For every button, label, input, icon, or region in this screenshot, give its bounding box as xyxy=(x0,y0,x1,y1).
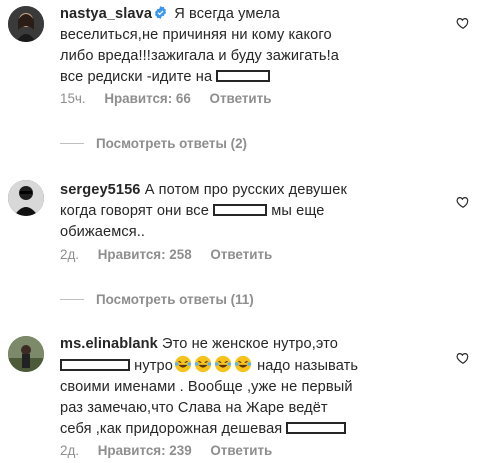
comment-body: когда говорят они все xyxy=(60,203,209,219)
like-button[interactable] xyxy=(456,351,470,365)
comment-body: своими именами . Вообще ,уже не первый xyxy=(60,379,353,395)
comment-time[interactable]: 2д. xyxy=(60,247,79,262)
heart-outline-icon xyxy=(456,197,469,208)
view-replies-button[interactable]: Посмотреть ответы (11) xyxy=(60,292,254,307)
comment-time[interactable]: 2д. xyxy=(60,443,79,458)
redaction-box xyxy=(213,204,268,216)
like-button[interactable] xyxy=(456,16,470,30)
redaction-box xyxy=(60,359,130,371)
laughing-tears-emoji xyxy=(214,355,232,373)
comment-body: обижаемся.. xyxy=(60,224,146,240)
heart-outline-icon xyxy=(456,18,469,29)
likes-count[interactable]: Нравится: 239 xyxy=(98,443,192,458)
comment-text: nastya_slava Я всегда умела веселиться,н… xyxy=(60,4,455,88)
likes-count[interactable]: Нравится: 66 xyxy=(104,91,190,106)
comment-username[interactable]: sergey5156 xyxy=(60,182,141,198)
laughing-tears-emoji xyxy=(194,355,212,373)
redaction-box xyxy=(216,70,271,82)
comment-body: нутро xyxy=(134,358,173,374)
view-replies-button[interactable]: Посмотреть ответы (2) xyxy=(60,136,247,151)
avatar[interactable] xyxy=(8,336,44,372)
comment-body: себя ,как придорожная дешевая xyxy=(60,421,283,437)
comment-body: Это не женское нутро,это xyxy=(161,336,338,352)
comment-body: веселиться,не причиняя ни кому какого xyxy=(60,27,332,43)
comment-meta: 15ч. Нравится: 66 Ответить xyxy=(60,91,286,106)
comment-username[interactable]: ms.elinablank xyxy=(60,336,158,352)
heart-outline-icon xyxy=(456,353,469,364)
laughing-tears-emoji xyxy=(174,355,192,373)
comment-time[interactable]: 15ч. xyxy=(60,91,86,106)
avatar[interactable] xyxy=(8,180,44,216)
comment-body: мы еще xyxy=(271,203,325,219)
laughing-tears-emoji xyxy=(234,355,252,373)
comment-meta: 2д. Нравится: 258 Ответить xyxy=(60,247,287,262)
comment-body: все редиски -идите на xyxy=(60,69,213,85)
avatar[interactable] xyxy=(8,6,44,42)
comment-body: А потом про русских девушек xyxy=(144,182,347,198)
comment-body: надо называть xyxy=(257,358,359,374)
view-replies-label: Посмотреть ответы (2) xyxy=(96,136,247,151)
comment-body: раз замечаю,что Слава на Жаре ведёт xyxy=(60,400,328,416)
view-replies-label: Посмотреть ответы (11) xyxy=(96,292,254,307)
reply-button[interactable]: Ответить xyxy=(210,247,272,262)
verified-badge-icon xyxy=(155,6,167,19)
comment-meta: 2д. Нравится: 239 Ответить xyxy=(60,443,287,458)
redaction-box xyxy=(286,422,347,434)
comment-body: либо вреда!!!зажигала и буду зажигать!а xyxy=(60,48,339,64)
divider-line xyxy=(60,143,84,144)
divider-line xyxy=(60,299,84,300)
comment-username[interactable]: nastya_slava xyxy=(60,6,152,22)
like-button[interactable] xyxy=(456,195,470,209)
comment-body: Я всегда умела xyxy=(174,6,281,22)
comment-text: sergey5156 А потом про русских девушек к… xyxy=(60,180,455,243)
likes-count[interactable]: Нравится: 258 xyxy=(98,247,192,262)
reply-button[interactable]: Ответить xyxy=(210,91,272,106)
comment-text: ms.elinablank Это не женское нутро,это н… xyxy=(60,334,455,440)
reply-button[interactable]: Ответить xyxy=(210,443,272,458)
